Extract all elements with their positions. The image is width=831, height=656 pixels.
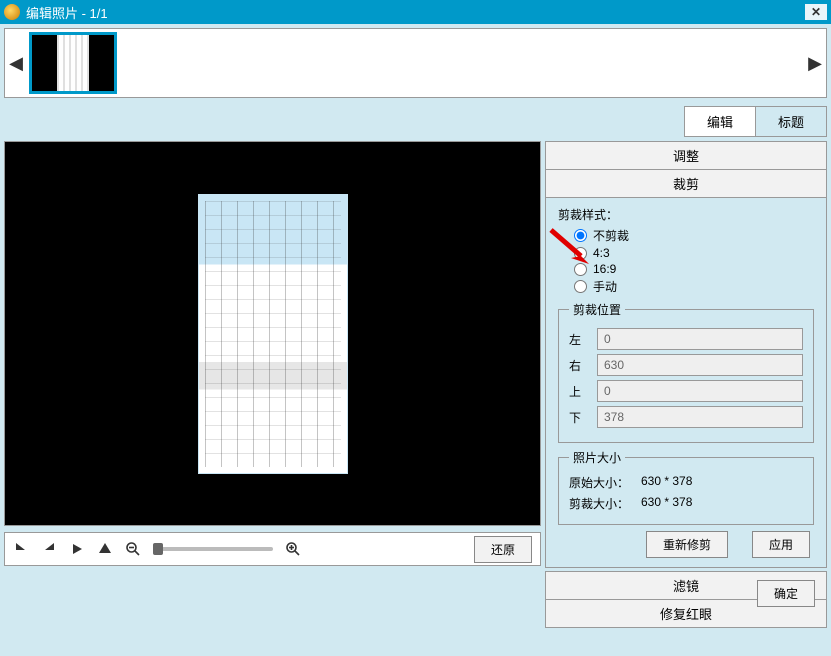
radio-169-label: 16:9: [593, 262, 616, 276]
filmstrip-next[interactable]: ▶: [804, 29, 826, 97]
right-input[interactable]: [597, 354, 803, 376]
tab-edit[interactable]: 编辑: [684, 106, 756, 137]
recrop-button[interactable]: 重新修剪: [646, 531, 728, 558]
left-label: 左: [569, 331, 587, 348]
preview-toolbar: 还原: [4, 532, 541, 566]
top-input[interactable]: [597, 380, 803, 402]
radio-none-label: 不剪裁: [593, 227, 629, 244]
restore-button[interactable]: 还原: [474, 536, 532, 563]
rotate-left-icon[interactable]: [13, 541, 29, 557]
crop-panel: 剪裁样式： 不剪裁 4:3 16:9 手动 剪裁位置 左 右 上 下 照片大小 …: [546, 198, 826, 572]
play-icon[interactable]: [69, 541, 85, 557]
radio-manual[interactable]: [574, 280, 587, 293]
rotate-right-icon[interactable]: [41, 541, 57, 557]
crop-position-fieldset: 剪裁位置 左 右 上 下: [558, 301, 814, 443]
ok-button[interactable]: 确定: [757, 580, 815, 607]
accordion-adjust[interactable]: 调整: [545, 141, 827, 170]
zoom-in-icon[interactable]: [285, 541, 301, 557]
tab-caption[interactable]: 标题: [755, 106, 827, 137]
crop-position-legend: 剪裁位置: [569, 301, 625, 318]
right-label: 右: [569, 357, 587, 374]
photo-size-fieldset: 照片大小 原始大小：630 * 378 剪裁大小：630 * 378: [558, 449, 814, 525]
preview-image[interactable]: [198, 194, 348, 474]
accordion-crop[interactable]: 裁剪: [545, 169, 827, 198]
bottom-input[interactable]: [597, 406, 803, 428]
titlebar: 编辑照片 - 1/1 ✕: [0, 0, 831, 24]
thumbnails: [27, 29, 804, 97]
photo-size-legend: 照片大小: [569, 449, 625, 466]
crop-size-label: 剪裁大小：: [569, 495, 641, 512]
zoom-out-icon[interactable]: [125, 541, 141, 557]
radio-manual-label: 手动: [593, 278, 617, 295]
preview-area: [4, 141, 541, 526]
apply-button[interactable]: 应用: [752, 531, 810, 558]
tabs: 编辑 标题: [0, 106, 831, 137]
thumbnail[interactable]: [29, 32, 117, 94]
orig-size-label: 原始大小：: [569, 474, 641, 491]
radio-none[interactable]: [574, 229, 587, 242]
zoom-slider[interactable]: [153, 547, 273, 551]
radio-43-label: 4:3: [593, 246, 610, 260]
radio-43[interactable]: [574, 247, 587, 260]
side-panel: 调整 裁剪 剪裁样式： 不剪裁 4:3 16:9 手动 剪裁位置 左 右 上 下: [545, 141, 827, 568]
window-title: 编辑照片 - 1/1: [26, 3, 805, 22]
orig-size-value: 630 * 378: [641, 474, 692, 491]
crop-style-label: 剪裁样式：: [558, 206, 814, 223]
crop-size-value: 630 * 378: [641, 495, 692, 512]
top-label: 上: [569, 383, 587, 400]
app-icon: [4, 4, 20, 20]
filmstrip-prev[interactable]: ◀: [5, 29, 27, 97]
left-input[interactable]: [597, 328, 803, 350]
bottom-label: 下: [569, 409, 587, 426]
flip-icon[interactable]: [97, 541, 113, 557]
filmstrip: ◀ ▶: [4, 28, 827, 98]
close-button[interactable]: ✕: [805, 4, 827, 20]
radio-169[interactable]: [574, 263, 587, 276]
